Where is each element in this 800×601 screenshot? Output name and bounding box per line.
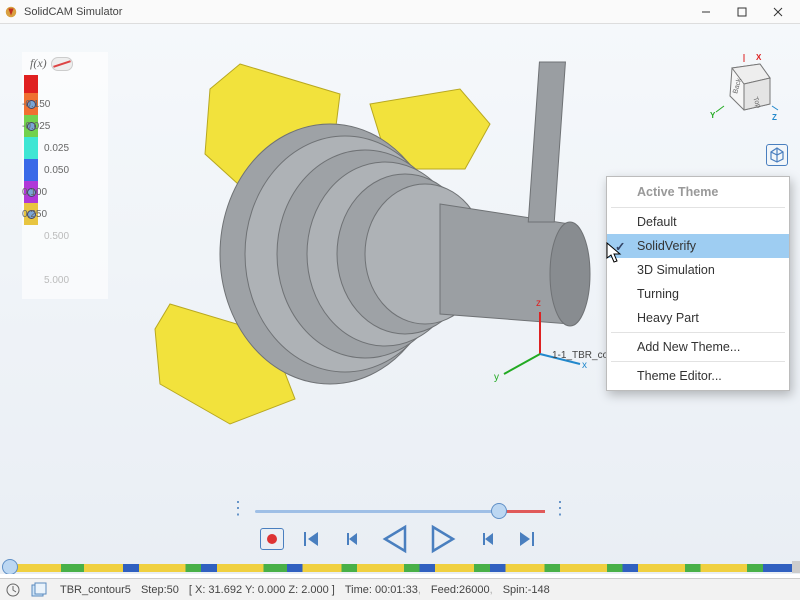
play-reverse-button[interactable] [378,522,412,556]
status-step: 50 [167,584,179,596]
svg-text:X: X [756,54,762,62]
legend-fx-label: f(x) [30,56,47,71]
legend-value: 0.025 [44,143,69,154]
skip-start-button[interactable] [298,526,324,552]
status-file: TBR_contour5 [60,584,131,596]
view-cube[interactable]: Back Top X Y Z [710,54,780,127]
step-back-button[interactable] [338,526,364,552]
legend-value: 0.100 [22,187,47,198]
slider-knob[interactable] [491,503,507,519]
step-forward-button[interactable] [474,526,500,552]
legend-value: 5.000 [44,275,69,286]
playback-panel: ⋮ ⋮ [0,506,800,556]
legend-value: -0.025 [22,121,50,132]
part-model[interactable]: z y x 1-1_TBR_cont [110,54,630,444]
timeline-knob[interactable] [2,559,18,574]
theme-item-heavypart[interactable]: Heavy Part [607,306,789,330]
legend-value: 0.500 [44,231,69,242]
legend-value: 0.050 [44,165,69,176]
skip-end-button[interactable] [514,526,540,552]
theme-item-3dsimulation[interactable]: 3D Simulation [607,258,789,282]
theme-context-menu: Active Theme Default ✓SolidVerify 3D Sim… [606,176,790,391]
status-feed: 26000 [459,584,490,596]
slider-dots-left-icon: ⋮ [229,498,249,519]
viewport-3d[interactable]: f(x) -0.150 -0.025 0.025 0.050 0.100 0 [0,24,800,574]
record-icon [267,534,277,544]
maximize-button[interactable] [724,2,760,22]
app-icon [4,5,18,19]
axis-x-label: x [582,360,587,371]
status-spin: -148 [528,584,550,596]
theme-item-turning[interactable]: Turning [607,282,789,306]
record-button[interactable] [260,528,284,550]
window-title: SolidCAM Simulator [24,6,688,18]
check-icon: ✓ [615,239,625,254]
minimize-button[interactable] [688,2,724,22]
operation-timeline[interactable] [0,560,800,574]
svg-text:Z: Z [772,113,777,122]
iso-view-button[interactable] [766,144,788,166]
status-coords: [ X: 31.692 Y: 0.000 Z: 2.000 ] [189,584,335,596]
doc-stack-icon[interactable] [30,582,50,598]
clock-icon [6,583,20,597]
status-bar: TBR_contour5 Step:50 [ X: 31.692 Y: 0.00… [0,578,800,600]
axis-y-label: y [494,372,499,383]
timeline-tray-icon [792,561,800,573]
context-menu-header: Active Theme [607,179,789,205]
legend-value: 0.250 [22,209,47,220]
slider-dots-right-icon: ⋮ [551,498,571,519]
play-button[interactable] [426,522,460,556]
status-time: 00:01:33 [375,584,418,596]
theme-item-solidverify[interactable]: ✓SolidVerify [607,234,789,258]
axis-z-label: z [536,298,541,309]
theme-editor[interactable]: Theme Editor... [607,364,789,388]
svg-text:Y: Y [710,111,716,120]
add-new-theme[interactable]: Add New Theme... [607,335,789,359]
playback-slider[interactable]: ⋮ ⋮ [255,506,545,516]
legend-value: -0.150 [22,99,50,110]
theme-item-default[interactable]: Default [607,210,789,234]
legend-visibility-toggle[interactable] [51,57,73,71]
deviation-legend: f(x) -0.150 -0.025 0.025 0.050 0.100 0 [22,52,108,299]
title-bar: SolidCAM Simulator [0,0,800,24]
close-button[interactable] [760,2,796,22]
